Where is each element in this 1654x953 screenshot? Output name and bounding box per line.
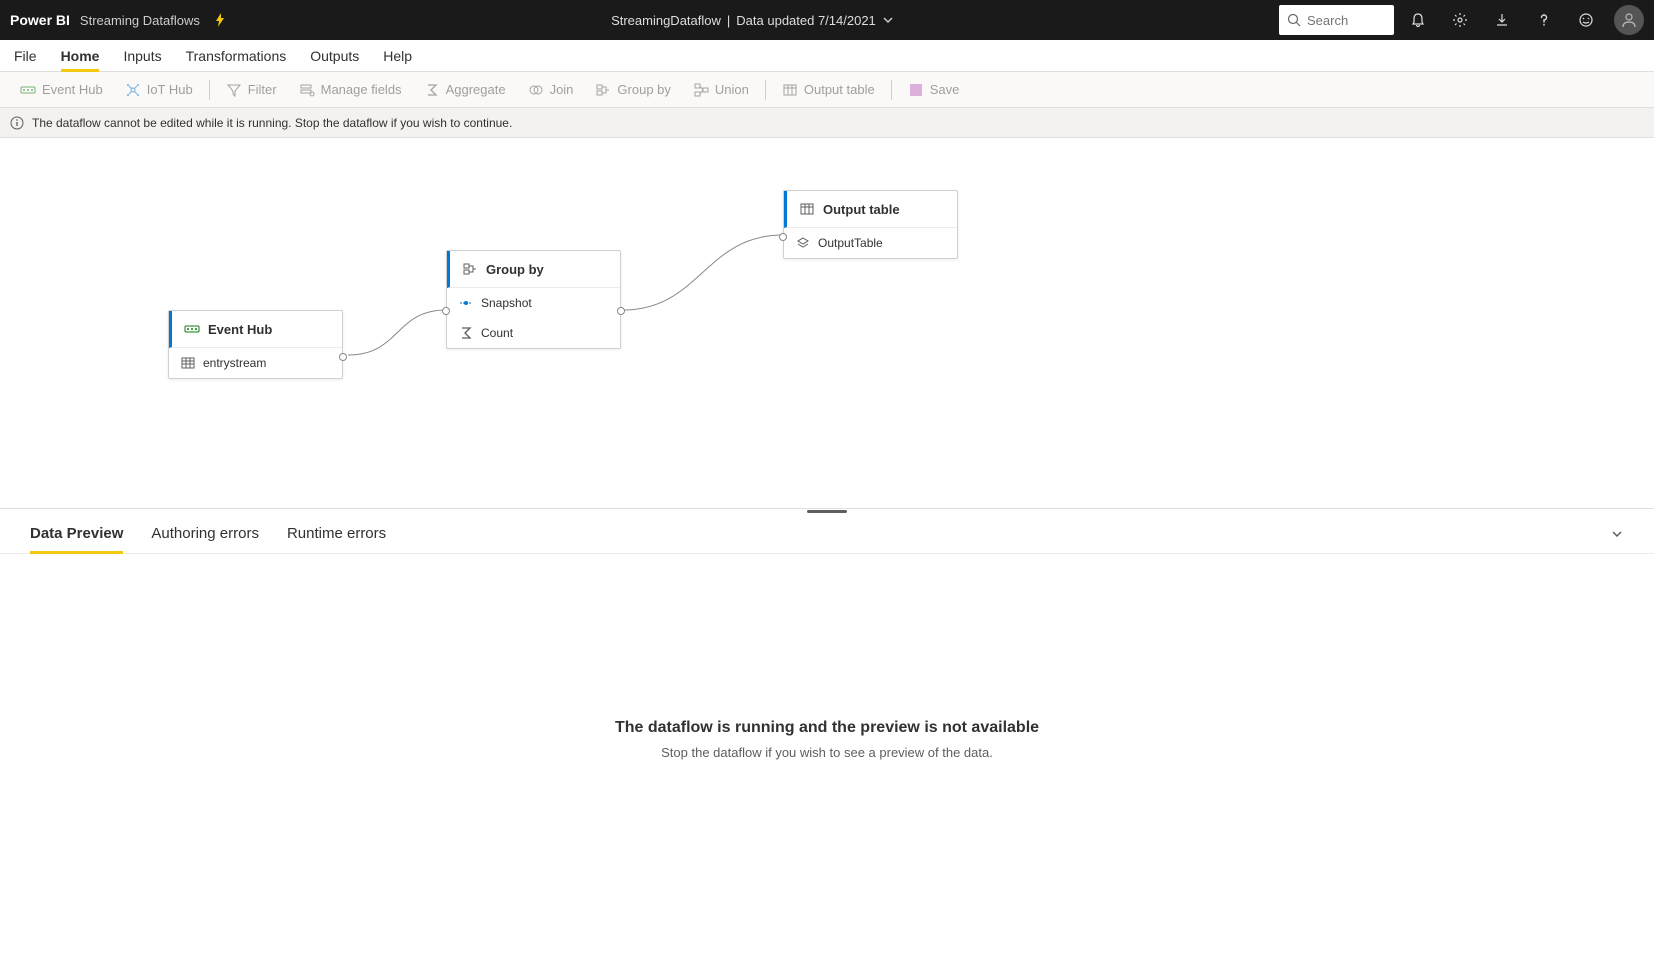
tab-data-preview[interactable]: Data Preview — [30, 514, 123, 553]
toolbar-separator — [891, 80, 892, 100]
node-event-hub[interactable]: Event Hub entrystream — [168, 310, 343, 379]
tool-union[interactable]: Union — [683, 72, 759, 108]
join-icon — [528, 82, 544, 98]
info-icon — [10, 116, 24, 130]
tool-group-by[interactable]: Group by — [585, 72, 680, 108]
info-bar: The dataflow cannot be edited while it i… — [0, 108, 1654, 138]
snapshot-icon — [459, 296, 473, 310]
event-hub-icon — [184, 321, 200, 337]
bottom-tabs: Data Preview Authoring errors Runtime er… — [0, 514, 1654, 554]
tool-manage-fields[interactable]: Manage fields — [289, 72, 412, 108]
dataflow-name: StreamingDataflow — [611, 13, 721, 28]
app-subtitle: Streaming Dataflows — [80, 13, 200, 28]
canvas[interactable]: Event Hub entrystream Group by Snapshot … — [0, 138, 1654, 508]
tool-event-hub[interactable]: Event Hub — [10, 72, 113, 108]
node-field: OutputTable — [818, 236, 883, 250]
search-box[interactable] — [1279, 5, 1394, 35]
tool-iot-hub[interactable]: IoT Hub — [115, 72, 203, 108]
group-by-icon — [595, 82, 611, 98]
save-icon — [908, 82, 924, 98]
group-by-icon — [462, 261, 478, 277]
node-title: Event Hub — [208, 322, 272, 337]
toolbar-separator — [209, 80, 210, 100]
filter-icon — [226, 82, 242, 98]
preview-panel: The dataflow is running and the preview … — [0, 554, 1654, 924]
feedback-button[interactable] — [1568, 0, 1604, 40]
download-button[interactable] — [1484, 0, 1520, 40]
node-field: Count — [481, 326, 513, 340]
output-table-icon — [782, 82, 798, 98]
search-icon — [1287, 13, 1301, 27]
splitter-handle[interactable] — [807, 510, 847, 513]
search-input[interactable] — [1307, 13, 1377, 28]
tab-inputs[interactable]: Inputs — [123, 40, 161, 71]
tab-runtime-errors[interactable]: Runtime errors — [287, 514, 386, 553]
union-icon — [693, 82, 709, 98]
settings-button[interactable] — [1442, 0, 1478, 40]
help-button[interactable] — [1526, 0, 1562, 40]
tab-file[interactable]: File — [14, 40, 37, 71]
tool-save[interactable]: Save — [898, 72, 970, 108]
tab-transformations[interactable]: Transformations — [186, 40, 287, 71]
output-table-icon — [799, 201, 815, 217]
header-center[interactable]: StreamingDataflow | Data updated 7/14/20… — [226, 13, 1279, 28]
event-hub-icon — [20, 82, 36, 98]
tab-authoring-errors[interactable]: Authoring errors — [151, 514, 259, 553]
sigma-icon — [459, 326, 473, 340]
toolbar-separator — [765, 80, 766, 100]
chevron-down-icon — [1610, 527, 1624, 541]
node-title: Group by — [486, 262, 544, 277]
tab-help[interactable]: Help — [383, 40, 412, 71]
node-group-by[interactable]: Group by Snapshot Count — [446, 250, 621, 349]
top-header: Power BI Streaming Dataflows StreamingDa… — [0, 0, 1654, 40]
manage-fields-icon — [299, 82, 315, 98]
tool-aggregate[interactable]: Aggregate — [414, 72, 516, 108]
node-field: Snapshot — [481, 296, 532, 310]
output-port[interactable] — [617, 307, 625, 315]
lightning-icon — [214, 13, 226, 27]
notifications-button[interactable] — [1400, 0, 1436, 40]
preview-subtitle: Stop the dataflow if you wish to see a p… — [661, 745, 993, 760]
toolbar: Event Hub IoT Hub Filter Manage fields A… — [0, 72, 1654, 108]
node-title: Output table — [823, 202, 900, 217]
app-name: Power BI — [10, 12, 70, 28]
ribbon-tabs: File Home Inputs Transformations Outputs… — [0, 40, 1654, 72]
node-field: entrystream — [203, 356, 266, 370]
collapse-panel-button[interactable] — [1610, 514, 1624, 553]
node-output-table[interactable]: Output table OutputTable — [783, 190, 958, 259]
table-icon — [181, 356, 195, 370]
data-updated-label: Data updated 7/14/2021 — [736, 13, 876, 28]
preview-title: The dataflow is running and the preview … — [615, 719, 1039, 737]
separator: | — [727, 13, 730, 28]
tool-output-table[interactable]: Output table — [772, 72, 885, 108]
chevron-down-icon[interactable] — [882, 14, 894, 26]
tab-home[interactable]: Home — [61, 40, 100, 71]
tool-filter[interactable]: Filter — [216, 72, 287, 108]
layers-icon — [796, 236, 810, 250]
sigma-icon — [424, 82, 440, 98]
tool-join[interactable]: Join — [518, 72, 584, 108]
user-avatar[interactable] — [1614, 5, 1644, 35]
input-port[interactable] — [779, 233, 787, 241]
info-message: The dataflow cannot be edited while it i… — [32, 116, 512, 130]
input-port[interactable] — [442, 307, 450, 315]
output-port[interactable] — [339, 353, 347, 361]
iot-hub-icon — [125, 82, 141, 98]
tab-outputs[interactable]: Outputs — [310, 40, 359, 71]
